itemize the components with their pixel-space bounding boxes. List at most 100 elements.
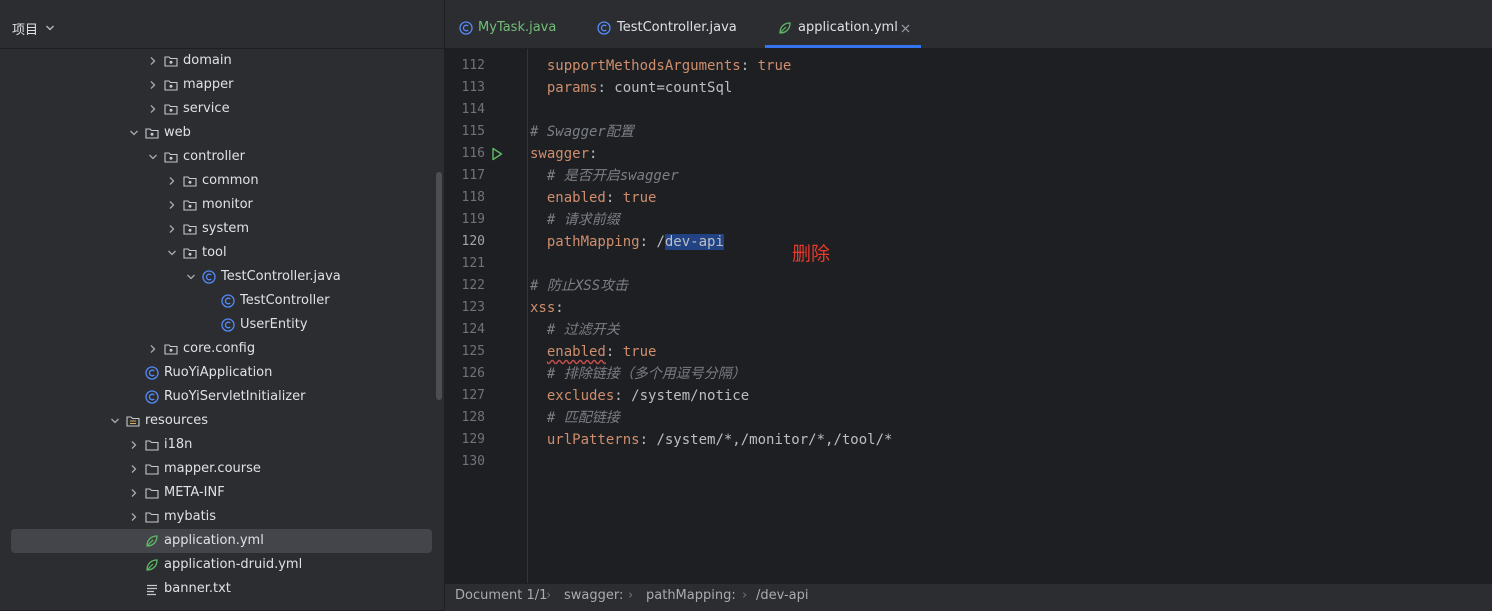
code-text: # 排除链接（多个用逗号分隔） bbox=[546, 366, 746, 382]
tree-item-label: application-druid.yml bbox=[164, 557, 303, 572]
line-number: 118 bbox=[461, 190, 485, 205]
tree-item-core-config[interactable]: core.config bbox=[0, 337, 444, 361]
line-number: 122 bbox=[461, 278, 485, 293]
code-line[interactable]: 128 # 匹配链接 bbox=[445, 407, 1492, 429]
code-line[interactable]: 112 supportMethodsArguments: true bbox=[445, 55, 1492, 77]
run-icon[interactable] bbox=[491, 147, 503, 161]
folder-icon bbox=[145, 462, 159, 476]
chevron-right-icon[interactable] bbox=[167, 224, 177, 234]
tree-item-mapper-course[interactable]: mapper.course bbox=[0, 457, 444, 481]
code-line[interactable]: 117 # 是否开启swagger bbox=[445, 165, 1492, 187]
chevron-down-icon[interactable] bbox=[110, 416, 120, 426]
tree-item-web[interactable]: web bbox=[0, 121, 444, 145]
tab-testcontroller[interactable]: TestController.java bbox=[585, 8, 765, 48]
tree-item-label: UserEntity bbox=[240, 317, 308, 332]
tree-item-ruoyiservletinitializer[interactable]: RuoYiServletInitializer bbox=[0, 385, 444, 409]
tree-item-label: mapper bbox=[183, 77, 234, 92]
annotation-label: 删除 bbox=[792, 243, 831, 265]
code-line[interactable]: 121 bbox=[445, 253, 1492, 275]
line-number: 123 bbox=[461, 300, 485, 315]
chevron-right-icon[interactable] bbox=[148, 56, 158, 66]
code-line[interactable]: 119 # 请求前缀 bbox=[445, 209, 1492, 231]
line-number: 119 bbox=[461, 212, 485, 227]
tree-item-meta-inf[interactable]: META-INF bbox=[0, 481, 444, 505]
code-line[interactable]: 118 enabled: true bbox=[445, 187, 1492, 209]
package-icon bbox=[183, 246, 197, 260]
tree-item-domain[interactable]: domain bbox=[0, 49, 444, 73]
tree-item-testcontroller-java[interactable]: TestController.java bbox=[0, 265, 444, 289]
class-icon bbox=[145, 390, 159, 404]
code-line[interactable]: 127 excludes: /system/notice bbox=[445, 385, 1492, 407]
code-line[interactable]: 115 # Swagger配置 bbox=[445, 121, 1492, 143]
code-line[interactable]: 120 pathMapping: /dev-api bbox=[445, 231, 1492, 253]
project-panel-scrollbar[interactable] bbox=[436, 172, 442, 400]
tree-item-userentity[interactable]: UserEntity bbox=[0, 313, 444, 337]
chevron-right-icon[interactable] bbox=[129, 440, 139, 450]
code-line[interactable]: 123 xss: bbox=[445, 297, 1492, 319]
code-line[interactable]: 114 bbox=[445, 99, 1492, 121]
tree-item-label: controller bbox=[183, 149, 246, 164]
tree-item-label: META-INF bbox=[164, 485, 225, 500]
tree-item-common[interactable]: common bbox=[0, 169, 444, 193]
code-text: pathMapping: /dev-api bbox=[546, 234, 724, 250]
breadcrumb-item[interactable]: Document 1/1 bbox=[455, 588, 547, 603]
code-line[interactable]: 122 # 防止XSS攻击 bbox=[445, 275, 1492, 297]
tree-item-banner-txt[interactable]: banner.txt bbox=[0, 577, 444, 601]
code-line[interactable]: 116 swagger: bbox=[445, 143, 1492, 165]
chevron-down-icon[interactable] bbox=[129, 128, 139, 138]
chevron-down-icon[interactable] bbox=[186, 272, 196, 282]
close-icon[interactable] bbox=[901, 24, 910, 33]
package-icon bbox=[164, 78, 178, 92]
chevron-right-icon[interactable] bbox=[129, 512, 139, 522]
project-panel-header: 项目 bbox=[0, 8, 444, 49]
package-icon bbox=[164, 150, 178, 164]
tree-item-label: TestController bbox=[240, 293, 330, 308]
code-line[interactable]: 129 urlPatterns: /system/*,/monitor/*,/t… bbox=[445, 429, 1492, 451]
line-number: 120 bbox=[461, 234, 485, 249]
code-editor[interactable]: 112 supportMethodsArguments: true 113 par… bbox=[445, 49, 1492, 583]
tree-item-resources[interactable]: resources bbox=[0, 409, 444, 433]
tree-item-mybatis[interactable]: mybatis bbox=[0, 505, 444, 529]
package-icon bbox=[183, 198, 197, 212]
chevron-right-icon[interactable] bbox=[167, 200, 177, 210]
chevron-right-icon[interactable] bbox=[148, 344, 158, 354]
tree-item-mapper[interactable]: mapper bbox=[0, 73, 444, 97]
tab-label: TestController.java bbox=[617, 20, 737, 35]
tree-item-label: RuoYiServletInitializer bbox=[164, 389, 306, 404]
chevron-down-icon[interactable] bbox=[45, 23, 55, 33]
tree-item-tool[interactable]: tool bbox=[0, 241, 444, 265]
code-line[interactable]: 124 # 过滤开关 bbox=[445, 319, 1492, 341]
code-line[interactable]: 130 bbox=[445, 451, 1492, 473]
chevron-right-icon[interactable] bbox=[129, 488, 139, 498]
chevron-down-icon[interactable] bbox=[148, 152, 158, 162]
line-number: 116 bbox=[461, 146, 485, 161]
tab-mytask[interactable]: MyTask.java bbox=[445, 8, 585, 48]
breadcrumb-item[interactable]: /dev-api bbox=[756, 588, 809, 603]
tree-item-monitor[interactable]: monitor bbox=[0, 193, 444, 217]
tree-item-controller[interactable]: controller bbox=[0, 145, 444, 169]
tree-item-application-yml[interactable]: application.yml bbox=[0, 529, 444, 553]
chevron-down-icon[interactable] bbox=[167, 248, 177, 258]
chevron-right-icon[interactable] bbox=[148, 80, 158, 90]
project-panel-title[interactable]: 项目 bbox=[12, 19, 38, 38]
line-number: 127 bbox=[461, 388, 485, 403]
tree-item-application-druid-yml[interactable]: application-druid.yml bbox=[0, 553, 444, 577]
tree-item-service[interactable]: service bbox=[0, 97, 444, 121]
class-icon bbox=[597, 21, 611, 35]
chevron-right-icon[interactable] bbox=[167, 176, 177, 186]
tab-application-yml[interactable]: application.yml bbox=[765, 8, 921, 48]
breadcrumb-item[interactable]: pathMapping: bbox=[646, 588, 736, 603]
tree-item-ruoyiapplication[interactable]: RuoYiApplication bbox=[0, 361, 444, 385]
code-line[interactable]: 113 params: count=countSql bbox=[445, 77, 1492, 99]
code-line[interactable]: 126 # 排除链接（多个用逗号分隔） bbox=[445, 363, 1492, 385]
code-line[interactable]: 125 enabled: true bbox=[445, 341, 1492, 363]
chevron-right-icon[interactable] bbox=[148, 104, 158, 114]
chevron-right-icon[interactable] bbox=[129, 464, 139, 474]
tree-item-system[interactable]: system bbox=[0, 217, 444, 241]
tree-item-i18n[interactable]: i18n bbox=[0, 433, 444, 457]
line-number: 130 bbox=[461, 454, 485, 469]
package-icon bbox=[145, 126, 159, 140]
breadcrumb-item[interactable]: swagger: bbox=[564, 588, 623, 603]
tree-item-label: resources bbox=[145, 413, 209, 428]
tree-item-testcontroller[interactable]: TestController bbox=[0, 289, 444, 313]
